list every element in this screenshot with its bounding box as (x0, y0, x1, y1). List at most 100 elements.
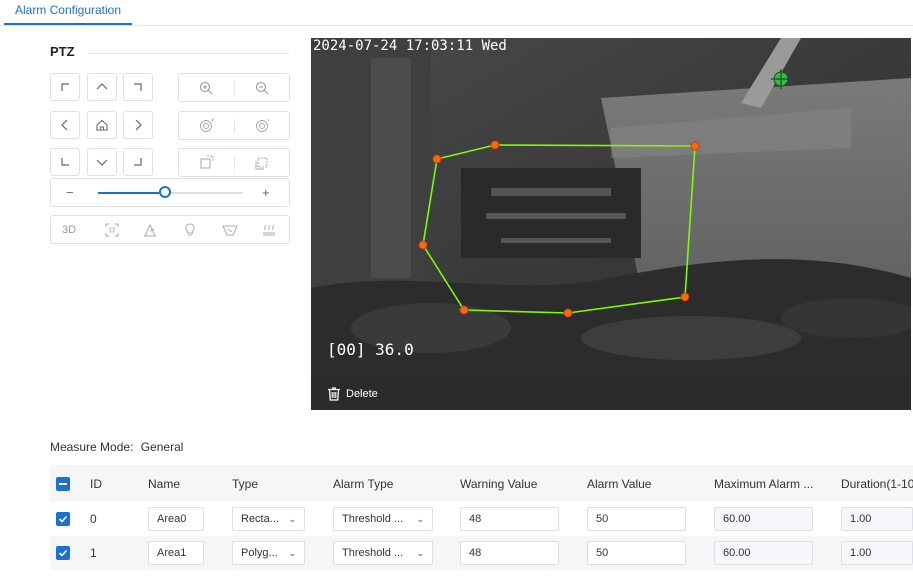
iris-open-icon[interactable] (198, 155, 214, 171)
alarm-type-select-value: Threshold ... (342, 547, 404, 559)
column-header-id: ID (90, 465, 148, 502)
chevron-down-icon: ⌄ (288, 514, 296, 524)
max-alarm-input: 60.00 (714, 541, 813, 565)
zoom-out-icon[interactable] (254, 80, 270, 96)
zoom-slider-bar: − + (50, 178, 290, 207)
tilt-up-button[interactable] (87, 73, 117, 101)
chevron-down-icon: ⌄ (416, 514, 424, 524)
warning-value-input[interactable]: 48 (460, 507, 559, 531)
light-icon[interactable] (183, 223, 197, 237)
focus-far-icon[interactable] (254, 118, 270, 134)
type-select-value: Recta... (241, 513, 279, 525)
duration-input[interactable]: 1.00 (841, 541, 913, 565)
type-select[interactable]: Polyg... ⌄ (232, 541, 305, 565)
corner-down-right-icon (134, 158, 142, 166)
type-select[interactable]: Recta... ⌄ (232, 507, 305, 531)
zoom-plus-button[interactable]: + (262, 185, 270, 200)
corner-down-left-icon (61, 158, 69, 166)
pan-up-right-button[interactable] (123, 73, 153, 101)
zoom-slider-fill (98, 192, 165, 194)
name-input[interactable]: Area0 (148, 507, 204, 531)
area-table: ID Name Type Alarm Type Warning Value Al… (50, 465, 913, 570)
alarm-type-select[interactable]: Threshold ... ⌄ (333, 541, 433, 565)
active-tab-indicator (4, 23, 132, 25)
checkmark-icon (58, 516, 68, 524)
chevron-down-icon: ⌄ (416, 548, 424, 558)
zoom-slider-track[interactable] (98, 186, 243, 198)
corner-up-right-icon (134, 83, 142, 91)
polygon-vertex[interactable] (563, 308, 573, 318)
zoom-minus-button[interactable]: − (66, 185, 74, 200)
chevron-down-icon (96, 159, 108, 166)
thermal-scene (311, 38, 911, 376)
tilt-down-button[interactable] (87, 148, 117, 176)
pan-left-button[interactable] (50, 111, 80, 139)
row-checkbox[interactable] (56, 546, 70, 561)
polygon-vertex[interactable] (418, 240, 428, 250)
iris-close-icon[interactable] (254, 155, 270, 171)
name-input[interactable]: Area1 (148, 541, 204, 565)
group-divider (234, 119, 235, 133)
warning-value-input[interactable]: 48 (460, 541, 559, 565)
select-all-checkbox[interactable] (56, 476, 70, 491)
delete-label: Delete (346, 388, 378, 400)
video-timestamp: 2024-07-24 17:03:11 Wed (313, 38, 507, 54)
measure-mode: Measure Mode: General (50, 440, 183, 454)
polygon-vertex[interactable] (490, 140, 500, 150)
column-header-alarm-value: Alarm Value (587, 465, 714, 502)
row-id: 1 (90, 536, 148, 570)
group-divider (234, 81, 235, 95)
wiper-icon[interactable] (143, 223, 157, 237)
zoom-button-group (178, 73, 290, 102)
group-divider (234, 156, 235, 170)
select-all-cell (50, 465, 90, 502)
chevron-up-icon (96, 83, 108, 90)
measure-mode-value: General (140, 440, 184, 454)
column-header-type: Type (232, 465, 333, 502)
alarm-value-input[interactable]: 50 (587, 507, 686, 531)
focus-frame-icon[interactable] (105, 223, 119, 237)
lens-cover-icon[interactable] (222, 223, 238, 237)
pan-up-left-button[interactable] (50, 73, 80, 101)
temperature-reading: [00] 36.0 (327, 340, 414, 359)
polygon-vertex[interactable] (690, 141, 700, 151)
row-checkbox[interactable] (56, 512, 70, 527)
trash-icon (328, 387, 340, 401)
column-header-alarm-type: Alarm Type (333, 465, 460, 502)
delete-button[interactable]: Delete (327, 386, 378, 402)
tab-alarm-configuration[interactable]: Alarm Configuration (4, 0, 132, 24)
ptz-function-bar: 3D (50, 215, 290, 244)
alarm-value-input[interactable]: 50 (587, 541, 686, 565)
row-id: 0 (90, 512, 97, 526)
duration-input[interactable]: 1.00 (841, 507, 913, 531)
focus-button-group (178, 111, 290, 140)
max-alarm-input: 60.00 (714, 507, 813, 531)
polygon-vertex[interactable] (459, 305, 469, 315)
polygon-vertex[interactable] (680, 292, 690, 302)
checkmark-icon (58, 550, 68, 558)
table-row: 1 Area1 Polyg... ⌄ Threshold ... ⌄ 48 50 6… (50, 536, 913, 570)
chevron-right-icon (135, 119, 142, 131)
alarm-type-select-value: Threshold ... (342, 513, 404, 525)
chevron-down-icon: ⌄ (288, 548, 296, 558)
ptz-divider (88, 53, 290, 54)
pan-down-right-button[interactable] (123, 148, 153, 176)
corner-up-left-icon (61, 83, 69, 91)
column-header-name: Name (148, 465, 232, 502)
home-icon (96, 119, 108, 131)
3d-positioning-button[interactable]: 3D (62, 224, 76, 236)
heater-icon[interactable] (262, 223, 276, 237)
zoom-slider-thumb[interactable] (159, 186, 171, 198)
zoom-in-icon[interactable] (198, 80, 214, 96)
home-button[interactable] (87, 111, 117, 139)
table-row: 0 Area0 Recta... ⌄ Threshold ... ⌄ 48 50 6… (50, 502, 913, 536)
pan-right-button[interactable] (123, 111, 153, 139)
video-preview[interactable]: 2024-07-24 17:03:11 Wed [00] 36.0 (311, 38, 911, 376)
alarm-type-select[interactable]: Threshold ... ⌄ (333, 507, 433, 531)
focus-near-icon[interactable] (198, 118, 214, 134)
polygon-vertex[interactable] (432, 154, 442, 164)
pan-down-left-button[interactable] (50, 148, 80, 176)
column-header-warning-value: Warning Value (460, 465, 587, 502)
column-header-max-alarm: Maximum Alarm ... (714, 465, 841, 502)
chevron-left-icon (61, 119, 68, 131)
